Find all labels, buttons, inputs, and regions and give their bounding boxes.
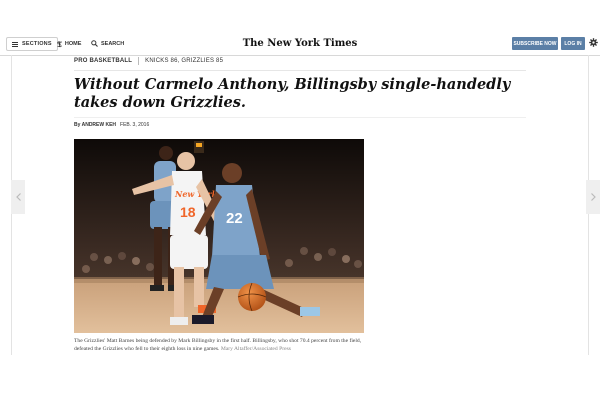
page-blank-area [0,355,600,400]
grizzlies-jersey-number: 22 [226,210,243,227]
section-kicker-link[interactable]: PRO BASKETBALL [74,58,132,64]
basketball-photo-illustration: New York 18 22 [74,139,364,333]
photo-caption: The Grizzlies' Matt Barnes being defende… [74,337,374,353]
chevron-left-icon [15,193,21,201]
photo-credit: Mary Altaffer/Associated Press [220,346,291,352]
log-in-button[interactable]: LOG IN [561,37,585,50]
article-kicker-row: PRO BASKETBALL KNICKS 86, GRIZZLIES 85 [74,57,223,65]
kicker-divider-rule [74,70,526,71]
subscribe-now-button[interactable]: SUBSCRIBE NOW [512,37,558,50]
gear-icon[interactable] [589,38,598,47]
publish-date: FEB. 3, 2016 [120,122,150,128]
masthead-logo[interactable]: The New York Times [0,38,600,49]
chevron-right-icon [590,193,596,201]
basketball [238,283,266,311]
knicks-jersey-text: New York [174,189,218,199]
next-article-button[interactable] [586,180,600,214]
game-score: KNICKS 86, GRIZZLIES 85 [145,58,224,64]
byline-row: By ANDREW KEH FEB. 3, 2016 [74,122,149,128]
author-byline[interactable]: By ANDREW KEH [74,122,116,128]
caption-text: The Grizzlies' Matt Barnes being defende… [74,338,362,352]
knicks-jersey-number: 18 [180,204,196,220]
article-photo[interactable]: New York 18 22 [74,139,364,333]
top-navigation-bar: SECTIONS 𝕿 HOME SEARCH The New York Time… [0,33,600,56]
previous-article-button[interactable] [11,180,25,214]
headline-divider-rule [74,117,526,118]
kicker-divider [138,57,140,65]
article-headline: Without Carmelo Anthony, Billingsby sing… [74,76,511,111]
